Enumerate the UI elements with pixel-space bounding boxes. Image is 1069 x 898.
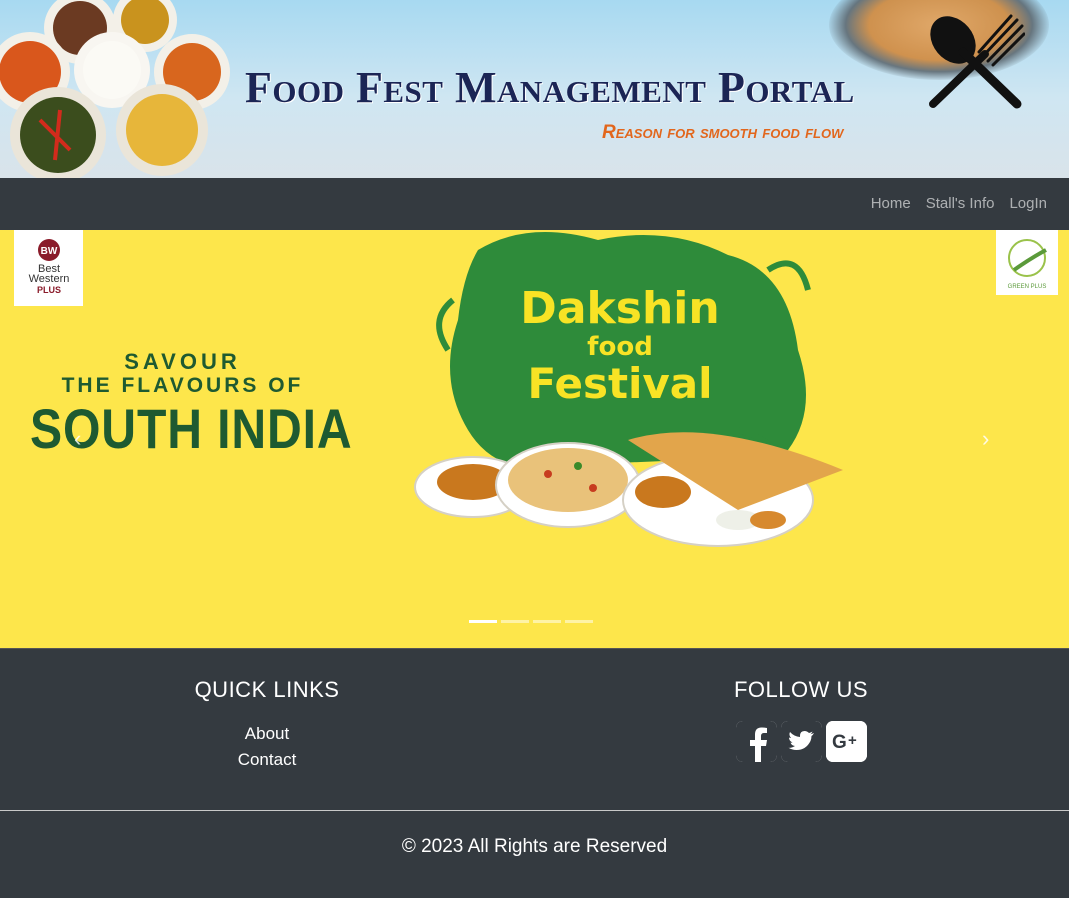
site-title: Food Fest Management Portal	[245, 63, 855, 112]
quick-links-title: QUICK LINKS	[194, 677, 340, 702]
festival-word-2: food	[587, 332, 653, 362]
festival-title: Dakshin food Festival	[520, 285, 720, 407]
nav-login-link[interactable]: LogIn	[1009, 195, 1047, 212]
navbar: Home Stall's Info LogIn	[0, 178, 1069, 230]
svg-text:G: G	[832, 732, 847, 753]
carousel-indicator-2[interactable]	[501, 620, 529, 623]
hero-carousel: BW Best Western PLUS GREEN PLUS SAVOUR T…	[0, 230, 1069, 648]
festival-word-3: Festival	[527, 359, 713, 408]
nav-home-link[interactable]: Home	[871, 195, 911, 212]
svg-text:GREEN PLUS: GREEN PLUS	[1008, 284, 1047, 290]
carousel-indicators	[469, 620, 593, 623]
about-link[interactable]: About	[117, 721, 417, 747]
twitter-icon[interactable]	[780, 721, 822, 762]
site-tagline: Reason for smooth food flow	[602, 122, 844, 143]
carousel-indicator-4[interactable]	[565, 620, 593, 623]
nav-stalls-info-link[interactable]: Stall's Info	[926, 195, 995, 212]
copyright-text: © 2023 All Rights are Reserved	[401, 836, 668, 857]
footer: QUICK LINKS About Contact FOLLOW US G +	[0, 648, 1069, 810]
svg-text:BW: BW	[41, 246, 58, 257]
carousel-indicator-3[interactable]	[533, 620, 561, 623]
headline-line-3: SOUTH INDIA	[30, 397, 353, 460]
nav-links: Home Stall's Info LogIn	[871, 195, 1047, 212]
carousel-indicator-1[interactable]	[469, 620, 497, 623]
follow-us-title: FOLLOW US	[733, 677, 869, 702]
headline-line-2: THE FLAVOURS OF	[61, 374, 304, 397]
svg-text:Western: Western	[29, 273, 70, 285]
follow-us-section: FOLLOW US G +	[651, 677, 951, 762]
food-plates-image	[0, 0, 230, 178]
contact-link[interactable]: Contact	[117, 747, 417, 773]
headline-line-1: SAVOUR	[124, 349, 241, 374]
spoon-fork-icon	[929, 14, 1025, 109]
carousel-prev-icon[interactable]: ‹	[74, 426, 81, 452]
header-banner: Food Fest Management Portal Reason for s…	[0, 0, 1069, 178]
svg-text:+: +	[848, 732, 857, 749]
festival-word-1: Dakshin	[520, 283, 720, 334]
social-icons: G +	[651, 721, 951, 762]
facebook-icon[interactable]	[735, 721, 777, 762]
google-plus-icon[interactable]: G +	[825, 721, 867, 762]
green-plus-logo: GREEN PLUS	[996, 230, 1058, 295]
carousel-next-icon[interactable]: ›	[982, 426, 989, 452]
best-western-logo: BW Best Western PLUS	[14, 230, 83, 306]
svg-text:PLUS: PLUS	[37, 285, 61, 295]
quick-links-section: QUICK LINKS About Contact	[117, 677, 417, 773]
footer-divider	[0, 810, 1069, 811]
